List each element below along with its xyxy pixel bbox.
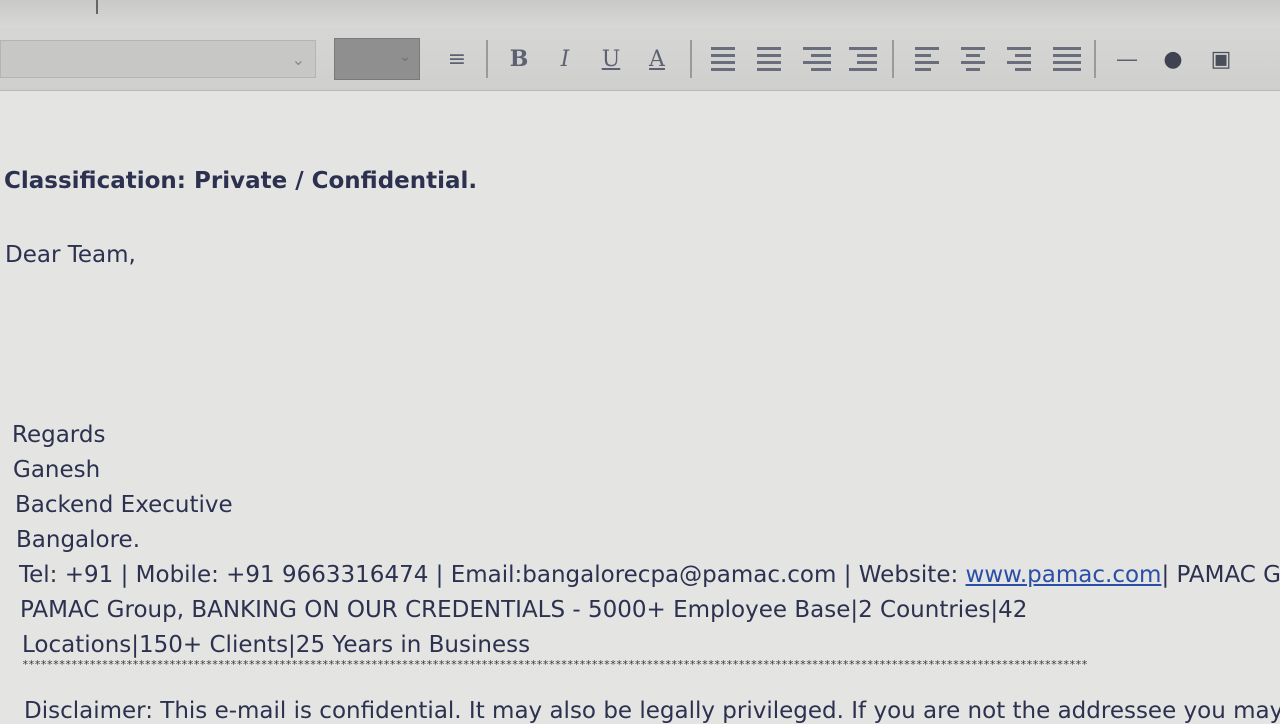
caret-marker: [96, 0, 98, 14]
justify-button[interactable]: [1050, 42, 1084, 76]
chevron-down-icon: ⌄: [399, 49, 411, 65]
email-body-editor[interactable]: Classification: Private / Confidential. …: [0, 90, 1280, 724]
toolbar-divider: [1094, 40, 1096, 78]
chevron-down-icon: ⌄: [291, 50, 305, 69]
formatting-toolbar: ⌄ ⌄ ≡ B I U A — ● ▣: [0, 28, 1280, 91]
signature-regards: Regards: [12, 422, 106, 448]
justify-icon: [1053, 47, 1081, 71]
insert-image-button[interactable]: ▣: [1204, 42, 1238, 76]
separator-stars: ****************************************…: [22, 660, 1088, 670]
toolbar-divider: [892, 40, 894, 78]
italic-icon: I: [560, 46, 570, 72]
insert-emoji-button[interactable]: ●: [1156, 42, 1190, 76]
signature-tagline-2: Locations|150+ Clients|25 Years in Busin…: [22, 632, 531, 658]
italic-button[interactable]: I: [548, 42, 582, 76]
emoji-icon: ●: [1163, 46, 1183, 72]
horizontal-rule-button[interactable]: —: [1110, 42, 1144, 76]
greeting: Dear Team,: [5, 242, 136, 268]
align-center-button[interactable]: [956, 42, 990, 76]
signature-city: Bangalore.: [16, 527, 141, 553]
signature-contact-line: Tel: +91 | Mobile: +91 9663316474 | Emai…: [19, 562, 1280, 588]
align-center-icon: [961, 47, 985, 71]
align-right-icon: [1007, 47, 1031, 71]
increase-indent-button[interactable]: [846, 42, 880, 76]
signature-tagline-1: PAMAC Group, BANKING ON OUR CREDENTIALS …: [20, 597, 1028, 623]
bold-button[interactable]: B: [502, 42, 536, 76]
signature-title: Backend Executive: [15, 492, 233, 518]
underline-icon: U: [601, 46, 621, 72]
decrease-indent-button[interactable]: [800, 42, 834, 76]
disclaimer-text: Disclaimer: This e-mail is confidential.…: [24, 698, 1280, 724]
bulleted-list-icon: [757, 47, 781, 71]
bulleted-list-button[interactable]: [752, 42, 786, 76]
underline-button[interactable]: U: [594, 42, 628, 76]
outdent-icon: [803, 47, 831, 71]
bold-icon: B: [509, 46, 529, 72]
toolbar-divider: [486, 40, 488, 78]
website-link[interactable]: www.pamac.com: [966, 562, 1162, 588]
image-icon: ▣: [1210, 46, 1232, 72]
contact-suffix: | PAMAC G: [1161, 562, 1280, 588]
font-size-select[interactable]: ⌄: [334, 38, 420, 80]
font-color-icon: A: [649, 46, 665, 72]
line-spacing-icon: ≡: [447, 46, 467, 72]
align-left-button[interactable]: [910, 42, 944, 76]
classification-line: Classification: Private / Confidential.: [4, 168, 478, 194]
font-family-select[interactable]: ⌄: [0, 40, 316, 78]
signature-name: Ganesh: [13, 457, 101, 483]
align-right-button[interactable]: [1002, 42, 1036, 76]
align-left-icon: [915, 47, 939, 71]
contact-details: Tel: +91 | Mobile: +91 9663316474 | Emai…: [19, 562, 966, 588]
window-top-strip: [0, 0, 1280, 29]
horizontal-rule-icon: —: [1116, 46, 1138, 72]
numbered-list-icon: [711, 47, 735, 71]
line-spacing-button[interactable]: ≡: [440, 42, 474, 76]
indent-icon: [849, 47, 877, 71]
toolbar-divider: [690, 40, 692, 78]
font-color-button[interactable]: A: [640, 42, 674, 76]
numbered-list-button[interactable]: [706, 42, 740, 76]
